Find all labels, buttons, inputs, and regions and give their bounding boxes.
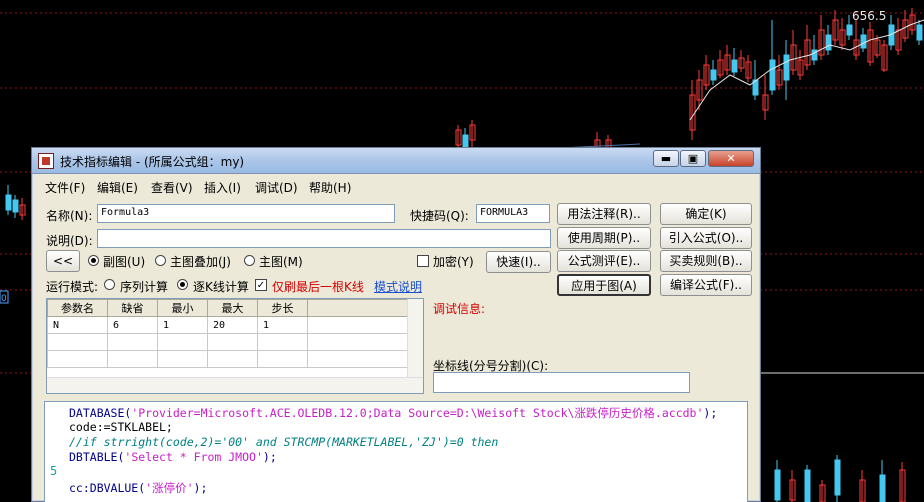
radio-sub-chart[interactable] [88,255,99,266]
collapse-button[interactable]: << [46,250,80,272]
candle-body [783,54,790,81]
window-title: 技术指标编辑 - (所属公式组：my) [60,155,245,169]
compile-button[interactable]: 编译公式(F).. [660,274,752,296]
menu-view[interactable]: 查看(V) [151,179,193,196]
code-function: DBTABLE [69,450,118,464]
table-cell[interactable]: N [47,316,108,334]
code-line: code:=STKLABEL; [69,420,173,434]
price-label: 656.5 [852,9,887,23]
radio-overlay[interactable] [155,255,166,266]
code-line: DBTABLE('Select * From JMOO'); [69,450,277,464]
candle-body [860,34,867,49]
menu-bar: 文件(F) 编辑(E) 查看(V) 插入(I) 调试(D) 帮助(H) [32,176,760,196]
candle-body [834,459,841,496]
radio-main-chart[interactable] [244,255,255,266]
desc-label: 说明(D): [46,234,93,248]
run-mode-label: 运行模式: [46,280,99,294]
param-header: 缺省 [107,299,158,317]
import-button[interactable]: 引入公式(O).. [660,227,752,249]
title-bar[interactable]: 技术指标编辑 - (所属公式组：my) ▬ ▣ ✕ [32,148,760,174]
table-row[interactable] [47,350,410,368]
syntax-button[interactable]: 用法注释(R).. [557,203,651,225]
table-cell[interactable] [307,316,410,334]
refresh-last-checkbox[interactable]: ✓ [255,279,267,291]
name-label: 名称(N): [46,209,93,223]
candle-body [879,474,886,502]
candle-body [5,194,12,211]
mode-help-link[interactable]: 模式说明 [374,278,422,295]
close-button[interactable]: ✕ [708,150,754,167]
encrypt-checkbox[interactable] [417,255,429,267]
candle-body [731,59,738,73]
menu-edit[interactable]: 编辑(E) [97,179,138,196]
code-function: DATABASE [69,406,125,420]
radio-seq-label: 序列计算 [120,280,169,294]
candle-body [769,59,776,91]
debug-label: 调试信息: [433,302,486,316]
candle-body [710,69,717,81]
radio-kline[interactable] [177,279,188,290]
radio-main-label: 主图(M) [259,255,303,269]
code-line: DATABASE('Provider=Microsoft.ACE.OLEDB.1… [69,405,717,421]
param-header: 参数名 [47,299,108,317]
period-button[interactable]: 使用周期(P).. [557,227,651,249]
candle-body [12,199,19,213]
coord-field[interactable] [433,372,690,393]
code-string: '涨停价' [145,481,194,495]
desc-field[interactable] [97,229,551,248]
table-cell[interactable]: 1 [157,316,208,334]
apply-button[interactable]: 应用于图(A) [557,274,651,296]
formula-editor-icon [38,153,54,169]
hotkey-label: 快捷码(Q): [410,209,469,223]
params-table[interactable]: 参数名 缺省 最小 最大 步长 N 6 1 20 1 [46,298,424,394]
menu-debug[interactable]: 调试(D) [255,179,298,196]
table-row[interactable]: N 6 1 20 1 [47,316,410,334]
radio-seq[interactable] [104,279,115,290]
quick-button[interactable]: 快速(I).. [486,251,551,273]
candle-body [774,469,781,501]
params-header-row: 参数名 缺省 最小 最大 步长 [47,299,410,317]
menu-help[interactable]: 帮助(H) [309,179,351,196]
table-cell[interactable]: 6 [107,316,158,334]
param-header: 步长 [257,299,308,317]
refresh-last-label: 仅刷最后一根K线 [272,280,364,294]
maximize-button[interactable]: ▣ [680,150,706,167]
test-button[interactable]: 公式测评(E).. [557,250,651,272]
trade-rule-button[interactable]: 买卖规则(B).. [660,250,752,272]
table-row[interactable] [47,333,410,351]
code-string: 'Select * From JMOO' [124,450,263,464]
code-comment-line: //if strright(code,2)='00' and STRCMP(MA… [69,435,499,449]
axis-tag-text: 0 [1,294,7,304]
code-paren: ); [703,406,718,420]
param-header: 最小 [157,299,208,317]
code-paren: ); [193,481,208,495]
formula-editor-window: 技术指标编辑 - (所属公式组：my) ▬ ▣ ✕ 文件(F) 编辑(E) 查看… [31,147,761,502]
candle-body [804,469,811,502]
radio-sub-label: 副图(U) [103,255,146,269]
candle-body [846,24,853,36]
params-vertical-scrollbar[interactable] [407,299,423,377]
name-field[interactable]: Formula3 [97,204,395,223]
menu-file[interactable]: 文件(F) [45,179,85,196]
line-number: 5 [50,464,58,478]
minimize-button[interactable]: ▬ [653,150,679,167]
hotkey-field[interactable]: FORMULA3 [476,204,550,223]
code-string: 'Provider=Microsoft.ACE.OLEDB.12.0;Data … [131,406,704,420]
params-horizontal-scrollbar[interactable] [47,377,423,393]
param-header-empty [307,299,410,317]
table-cell[interactable]: 1 [257,316,308,334]
code-function: cc:DBVALUE [69,481,139,495]
param-header: 最大 [207,299,258,317]
code-paren: ); [262,450,277,464]
candle-body [916,24,923,41]
radio-overlay-label: 主图叠加(J) [170,255,231,269]
table-cell[interactable]: 20 [207,316,258,334]
code-editor[interactable]: DATABASE('Provider=Microsoft.ACE.OLEDB.1… [44,401,748,502]
code-line: cc:DBVALUE('涨停价'); [69,480,207,496]
ok-button[interactable]: 确定(K) [660,203,752,225]
menu-insert[interactable]: 插入(I) [204,179,241,196]
candle-body [825,34,832,51]
radio-kline-label: 逐K线计算 [193,280,249,294]
encrypt-label: 加密(Y) [433,255,474,269]
